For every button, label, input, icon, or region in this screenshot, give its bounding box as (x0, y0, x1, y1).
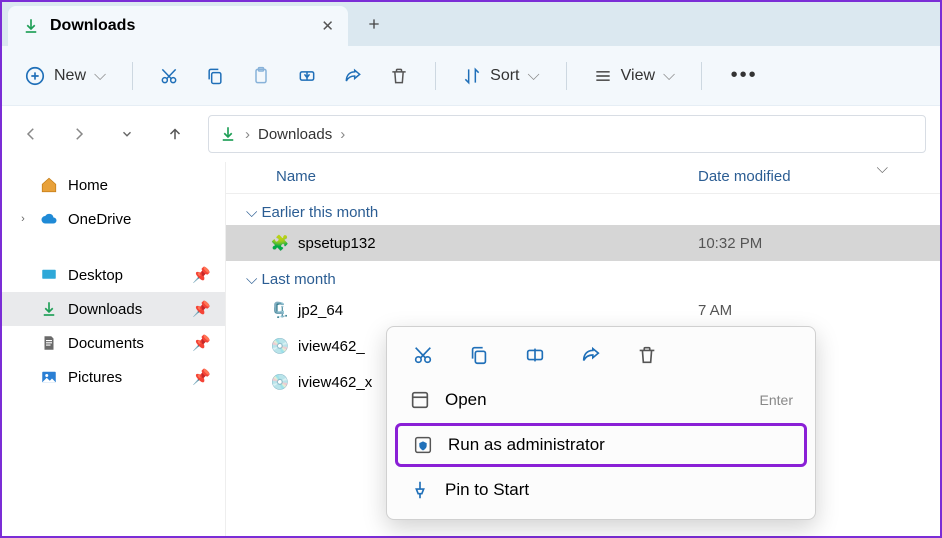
chevron-down-icon: ⌵ (94, 67, 106, 85)
file-row[interactable]: 🗜️ jp2_64 7 AM (226, 292, 940, 328)
pin-icon[interactable]: 📌 (192, 300, 211, 318)
pin-icon (409, 479, 431, 501)
pin-icon[interactable]: 📌 (192, 266, 211, 284)
tab-bar: Downloads ✕ (2, 2, 940, 46)
delete-button[interactable] (379, 56, 419, 96)
context-menu: Open Enter Run as administrator Pin to S… (386, 326, 816, 520)
new-tab-button[interactable] (356, 6, 392, 42)
sidebar: Home › OneDrive Desktop 📌 Downloads 📌 Do… (2, 162, 226, 536)
sidebar-item-downloads[interactable]: Downloads 📌 (2, 292, 225, 326)
breadcrumb-location[interactable]: Downloads (258, 126, 332, 143)
installer-icon: 💿 (270, 336, 290, 356)
sidebar-item-home[interactable]: Home (2, 168, 225, 202)
chevron-right-icon: › (245, 126, 250, 143)
download-icon (40, 300, 58, 318)
installer-icon: 💿 (270, 372, 290, 392)
cut-button[interactable] (149, 56, 189, 96)
sidebar-item-label: Downloads (68, 301, 142, 318)
paste-button[interactable] (241, 56, 281, 96)
download-icon (219, 125, 237, 143)
toolbar: New ⌵ Sort ⌵ View ⌵ ••• (2, 46, 940, 106)
installer-icon: 🧩 (270, 233, 290, 253)
file-name: spsetup132 (298, 235, 376, 252)
chevron-right-icon[interactable]: › (16, 213, 30, 225)
share-button[interactable] (577, 341, 605, 369)
tab-title: Downloads (50, 17, 135, 35)
separator (132, 62, 133, 90)
sidebar-item-desktop[interactable]: Desktop 📌 (2, 258, 225, 292)
chevron-down-icon: ⌵ (663, 67, 675, 85)
cloud-icon (40, 210, 58, 228)
context-pin-label: Pin to Start (445, 480, 529, 500)
file-name: iview462_x (298, 374, 372, 391)
separator (701, 62, 702, 90)
close-icon[interactable]: ✕ (321, 17, 334, 35)
context-run-as-admin[interactable]: Run as administrator (395, 423, 807, 467)
context-open[interactable]: Open Enter (387, 379, 815, 421)
desktop-icon (40, 266, 58, 284)
home-icon (40, 176, 58, 194)
separator (566, 62, 567, 90)
context-pin-to-start[interactable]: Pin to Start (387, 469, 815, 511)
column-headers: Name Date modified ⌵ (226, 162, 940, 194)
up-button[interactable] (160, 119, 190, 149)
group-earlier-this-month[interactable]: ⌵ Earlier this month (226, 194, 940, 225)
back-button[interactable] (16, 119, 46, 149)
delete-button[interactable] (633, 341, 661, 369)
chevron-right-icon: › (340, 126, 345, 143)
copy-button[interactable] (195, 56, 235, 96)
file-row[interactable]: 🧩 spsetup132 10:32 PM (226, 225, 940, 261)
more-button[interactable]: ••• (724, 56, 764, 96)
sidebar-item-label: Desktop (68, 267, 123, 284)
cut-button[interactable] (409, 341, 437, 369)
sidebar-item-pictures[interactable]: Pictures 📌 (2, 360, 225, 394)
chevron-down-icon: ⌵ (877, 160, 888, 177)
copy-button[interactable] (465, 341, 493, 369)
shield-icon (412, 434, 434, 456)
sidebar-item-label: OneDrive (68, 211, 131, 228)
sidebar-item-label: Pictures (68, 369, 122, 386)
pin-icon[interactable]: 📌 (192, 368, 211, 386)
view-button[interactable]: View ⌵ (583, 60, 686, 92)
file-name: jp2_64 (298, 302, 343, 319)
sidebar-item-onedrive[interactable]: › OneDrive (2, 202, 225, 236)
file-date: 7 AM (698, 302, 918, 319)
chevron-down-icon: ⌵ (528, 67, 540, 85)
recent-button[interactable] (112, 119, 142, 149)
context-open-hint: Enter (760, 392, 793, 408)
share-button[interactable] (333, 56, 373, 96)
context-open-label: Open (445, 390, 487, 410)
sort-button[interactable]: Sort ⌵ (452, 60, 549, 92)
rename-button[interactable] (287, 56, 327, 96)
column-name[interactable]: Name (276, 168, 698, 185)
sidebar-item-label: Documents (68, 335, 144, 352)
forward-button[interactable] (64, 119, 94, 149)
open-icon (409, 389, 431, 411)
sort-label: Sort (490, 67, 519, 85)
pin-icon[interactable]: 📌 (192, 334, 211, 352)
column-date[interactable]: Date modified ⌵ (698, 168, 918, 185)
context-quick-actions (387, 335, 815, 379)
archive-icon: 🗜️ (270, 300, 290, 320)
view-label: View (621, 67, 655, 85)
new-label: New (54, 67, 86, 85)
pictures-icon (40, 368, 58, 386)
context-runas-label: Run as administrator (448, 435, 605, 455)
tab-downloads[interactable]: Downloads ✕ (8, 6, 348, 46)
rename-button[interactable] (521, 341, 549, 369)
sidebar-item-label: Home (68, 177, 108, 194)
address-bar[interactable]: › Downloads › (208, 115, 926, 153)
file-name: iview462_ (298, 338, 365, 355)
file-date: 10:32 PM (698, 235, 762, 252)
separator (435, 62, 436, 90)
group-last-month[interactable]: ⌵ Last month (226, 261, 940, 292)
new-button[interactable]: New ⌵ (14, 59, 116, 93)
document-icon (40, 334, 58, 352)
sidebar-item-documents[interactable]: Documents 📌 (2, 326, 225, 360)
download-icon (22, 17, 40, 35)
nav-row: › Downloads › (2, 106, 940, 162)
